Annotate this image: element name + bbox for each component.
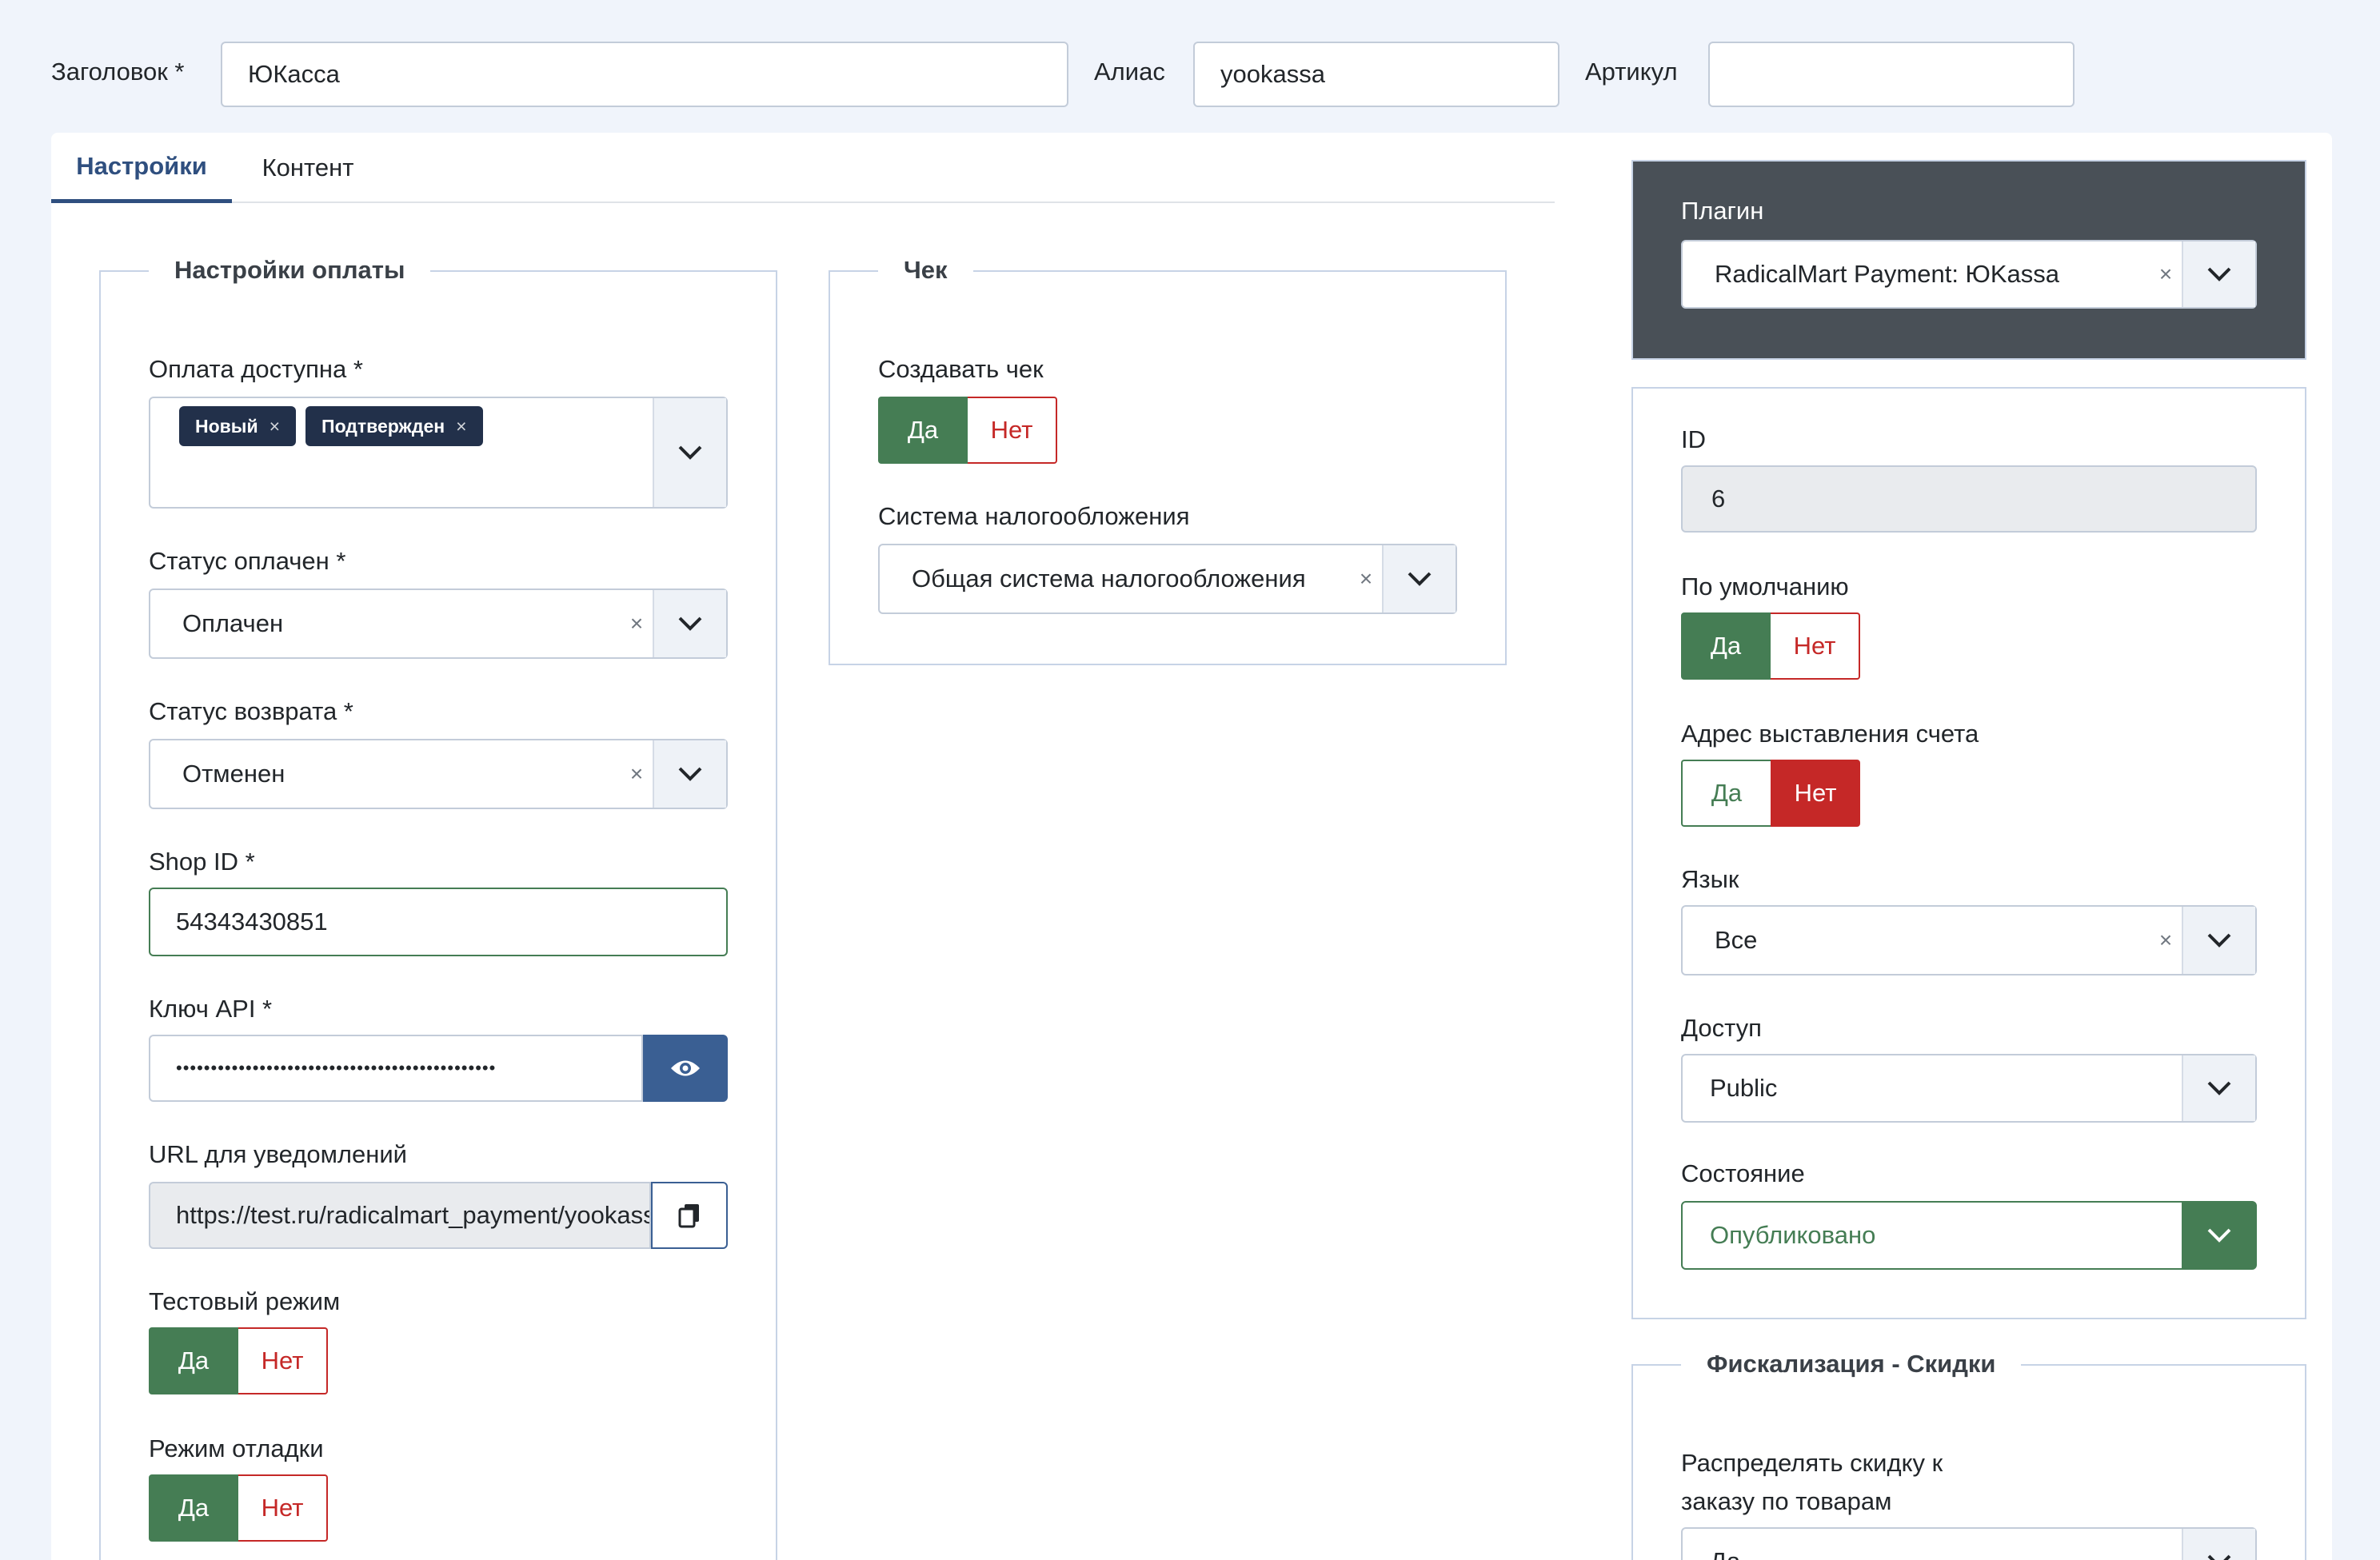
plugin-select[interactable]: RadicalMart Payment: ЮKassa × [1681, 240, 2257, 309]
clear-icon[interactable]: × [2150, 261, 2182, 287]
test-mode-yes[interactable]: Да [149, 1327, 238, 1394]
chevron-down-icon[interactable] [2182, 907, 2255, 974]
copy-icon [678, 1204, 699, 1228]
api-key-label: Ключ API * [149, 995, 273, 1023]
paid-status-label: Статус оплачен * [149, 547, 346, 575]
state-select[interactable]: Опубликовано [1681, 1201, 2257, 1270]
notify-url-label: URL для уведомлений [149, 1140, 407, 1168]
debug-mode-yes[interactable]: Да [149, 1474, 238, 1542]
copy-url-button[interactable] [651, 1182, 728, 1249]
default-no[interactable]: Нет [1771, 612, 1860, 680]
paid-status-select[interactable]: Оплачен × [149, 588, 728, 659]
api-key-input[interactable]: ••••••••••••••••••••••••••••••••••••••••… [149, 1035, 643, 1102]
payment-settings-legend: Настройки оплаты [149, 256, 431, 285]
create-receipt-label: Создавать чек [878, 355, 1044, 383]
chevron-down-icon[interactable] [2182, 1203, 2255, 1268]
api-key-value: ••••••••••••••••••••••••••••••••••••••••… [176, 1058, 497, 1078]
billing-address-no[interactable]: Нет [1771, 760, 1860, 827]
status-tag-confirmed-label: Подтвержден [321, 415, 445, 437]
shop-id-input[interactable]: 54343430851 [149, 888, 728, 956]
state-label: Состояние [1681, 1159, 1805, 1187]
access-value: Public [1710, 1074, 1778, 1102]
plugin-label: Плагин [1681, 197, 1764, 225]
language-value: Все [1715, 926, 1758, 954]
title-label: Заголовок * [51, 58, 185, 86]
clear-icon[interactable]: × [1350, 566, 1382, 592]
status-tag-new[interactable]: Новый × [179, 406, 297, 446]
refund-status-label: Статус возврата * [149, 697, 353, 725]
shop-id-value: 54343430851 [176, 908, 328, 936]
payment-available-tags: Новый × Подтвержден × [150, 398, 653, 507]
tax-system-select[interactable]: Общая система налогообложения × [878, 544, 1457, 614]
create-receipt-no[interactable]: Нет [968, 397, 1057, 464]
billing-address-label: Адрес выставления счета [1681, 720, 1979, 748]
notify-url-input[interactable]: https://test.ru/radicalmart_payment/yook… [149, 1182, 651, 1249]
test-mode-no[interactable]: Нет [238, 1327, 328, 1394]
chevron-down-icon[interactable] [2182, 1055, 2255, 1121]
tax-system-value: Общая система налогообложения [912, 565, 1306, 592]
payment-available-select[interactable]: Новый × Подтвержден × [149, 397, 728, 509]
clear-icon[interactable]: × [621, 611, 653, 636]
test-mode-label: Тестовый режим [149, 1287, 341, 1315]
paid-status-value: Оплачен [182, 609, 284, 637]
shop-id-label: Shop ID * [149, 848, 255, 876]
default-label: По умолчанию [1681, 573, 1849, 600]
create-receipt-yes[interactable]: Да [878, 397, 968, 464]
tab-settings[interactable]: Настройки [51, 133, 232, 203]
payment-available-label: Оплата доступна * [149, 355, 363, 383]
receipt-legend: Чек [878, 256, 973, 285]
debug-mode-label: Режим отладки [149, 1434, 324, 1462]
alias-input-value: yookassa [1220, 60, 1325, 88]
eye-icon [671, 1060, 700, 1076]
discount-label-line1: Распределять скидку к [1681, 1449, 1943, 1477]
refund-status-select[interactable]: Отменен × [149, 739, 728, 809]
plugin-value: RadicalMart Payment: ЮKassa [1715, 260, 2060, 288]
language-select[interactable]: Все × [1681, 905, 2257, 975]
notify-url-value: https://test.ru/radicalmart_payment/yook… [176, 1201, 651, 1229]
title-input[interactable]: ЮКасса [221, 42, 1068, 107]
default-yes[interactable]: Да [1681, 612, 1771, 680]
status-tag-confirmed[interactable]: Подтвержден × [305, 406, 483, 446]
tax-system-label: Система налогообложения [878, 502, 1190, 530]
tab-content-label: Контент [262, 154, 354, 182]
id-label: ID [1681, 425, 1706, 453]
discount-select[interactable]: Да [1681, 1527, 2257, 1560]
create-receipt-toggle[interactable]: Да Нет [878, 397, 1057, 464]
sku-label: Артикул [1585, 58, 1678, 86]
status-tag-new-label: Новый [195, 415, 258, 437]
discount-value: Да [1683, 1547, 2182, 1560]
discount-label-line2: заказу по товарам [1681, 1487, 1892, 1515]
title-input-value: ЮКасса [248, 60, 340, 88]
chevron-down-icon[interactable] [2182, 1529, 2255, 1560]
clear-icon[interactable]: × [2150, 928, 2182, 953]
access-select[interactable]: Public [1681, 1054, 2257, 1123]
alias-label: Алиас [1094, 58, 1165, 86]
chevron-down-icon[interactable] [653, 740, 726, 808]
show-password-button[interactable] [643, 1035, 728, 1102]
sku-input[interactable] [1708, 42, 2075, 107]
tab-content[interactable]: Контент [232, 133, 384, 203]
chevron-down-icon[interactable] [653, 590, 726, 657]
id-field: 6 [1681, 465, 2257, 533]
clear-icon[interactable]: × [621, 761, 653, 787]
test-mode-toggle[interactable]: Да Нет [149, 1327, 328, 1394]
chevron-down-icon[interactable] [1382, 545, 1456, 612]
billing-address-toggle[interactable]: Да Нет [1681, 760, 1860, 827]
debug-mode-toggle[interactable]: Да Нет [149, 1474, 328, 1542]
chevron-down-icon[interactable] [2182, 241, 2255, 307]
alias-input[interactable]: yookassa [1193, 42, 1559, 107]
remove-tag-icon[interactable]: × [270, 416, 280, 437]
debug-mode-no[interactable]: Нет [238, 1474, 328, 1542]
tab-settings-label: Настройки [76, 151, 207, 180]
refund-status-value: Отменен [182, 760, 286, 788]
language-label: Язык [1681, 865, 1739, 893]
billing-address-yes[interactable]: Да [1681, 760, 1771, 827]
default-toggle[interactable]: Да Нет [1681, 612, 1860, 680]
access-label: Доступ [1681, 1014, 1762, 1042]
state-value: Опубликовано [1710, 1221, 1876, 1249]
id-value: 6 [1711, 485, 1726, 513]
fiscal-legend: Фискализация - Скидки [1681, 1350, 2022, 1378]
remove-tag-icon[interactable]: × [456, 416, 466, 437]
chevron-down-icon[interactable] [653, 398, 726, 507]
